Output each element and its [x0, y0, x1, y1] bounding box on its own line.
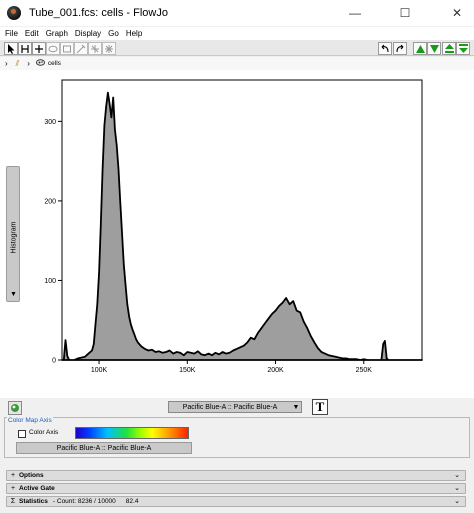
gating-toolbar [0, 40, 474, 56]
expand-chevron-icon[interactable]: › [5, 59, 8, 68]
menu-edit[interactable]: Edit [25, 29, 39, 38]
pointer-icon[interactable] [4, 42, 18, 55]
double-chevron-down-icon: ⌄ [454, 485, 460, 492]
quadrant-gate-icon[interactable] [88, 42, 102, 55]
breadcrumb-gate-label[interactable]: cells [48, 60, 61, 67]
x-tick-label: 250K [356, 367, 373, 374]
y-tick-label: 200 [44, 198, 56, 205]
chevron-down-icon: ▼ [292, 403, 300, 411]
redo-icon[interactable] [393, 42, 407, 55]
window-title: Tube_001.fcs: cells - FlowJo [29, 7, 168, 19]
title-bar: Tube_001.fcs: cells - FlowJo — ☐ ✕ [0, 0, 474, 26]
previous-sample-icon[interactable] [442, 42, 456, 55]
color-axis-label: Color Axis [29, 429, 59, 436]
next-sample-icon[interactable] [456, 42, 470, 55]
breadcrumb-separator-icon: › [27, 59, 30, 68]
polygon-gate-icon[interactable] [60, 42, 74, 55]
x-tick-label: 150K [179, 367, 196, 374]
expand-icon: + [10, 485, 16, 492]
color-axis-checkbox[interactable] [18, 430, 26, 438]
undo-icon[interactable] [378, 42, 392, 55]
menu-display[interactable]: Display [75, 29, 101, 38]
color-map-axis-group: Color Map Axis Color Axis Pacific Blue-A… [4, 417, 470, 458]
bisector-icon[interactable] [32, 42, 46, 55]
x-parameter-value: Pacific Blue-A :: Pacific Blue-A [182, 403, 278, 411]
color-map-parameter-button[interactable]: Pacific Blue-A :: Pacific Blue-A [16, 442, 192, 454]
graph-controls-panel: Pacific Blue-A :: Pacific Blue-A ▼ T Col… [0, 398, 474, 513]
statistics-percent: 82.4 [125, 498, 139, 505]
graph-window: 100K 150K 200K 250K 0 100 200 300 Histogram ▼ [0, 70, 474, 398]
double-chevron-down-icon: ⌄ [454, 472, 460, 479]
x-parameter-select[interactable]: Pacific Blue-A :: Pacific Blue-A ▼ [168, 401, 302, 413]
statistics-label: Statistics [19, 498, 48, 505]
x-axis: 100K 150K 200K 250K [91, 360, 372, 374]
y-tick-label: 0 [52, 358, 56, 365]
chevron-down-icon[interactable]: ▼ [10, 291, 17, 298]
text-annotation-button[interactable]: T [312, 399, 328, 415]
x-tick-label: 100K [91, 367, 108, 374]
next-population-icon[interactable] [427, 42, 441, 55]
minimize-button[interactable]: — [338, 0, 372, 26]
x-tick-label: 200K [267, 367, 284, 374]
freehand-gate-icon[interactable] [74, 42, 88, 55]
spider-gate-icon[interactable] [102, 42, 116, 55]
statistics-section[interactable]: Σ Statistics - Count: 8236 / 10000 82.4 … [6, 496, 466, 507]
maximize-button[interactable]: ☐ [388, 0, 422, 26]
menu-go[interactable]: Go [108, 29, 119, 38]
breadcrumb: › ⫽ › cells [0, 57, 474, 70]
options-label: Options [19, 472, 44, 479]
y-tick-label: 300 [44, 119, 56, 126]
tube-icon[interactable]: ⫽ [16, 59, 20, 69]
gate-icon[interactable] [35, 59, 45, 68]
y-axis: 0 100 200 300 [44, 119, 62, 365]
options-section[interactable]: + Options ⌄ [6, 470, 466, 481]
vertical-bisector-icon[interactable] [18, 42, 32, 55]
histogram-plot[interactable]: 100K 150K 200K 250K 0 100 200 300 [0, 70, 474, 398]
menu-graph[interactable]: Graph [46, 29, 68, 38]
plot-options-icon[interactable] [8, 401, 22, 415]
menu-help[interactable]: Help [126, 29, 142, 38]
ellipse-gate-icon[interactable] [46, 42, 60, 55]
flowjo-app-icon [7, 6, 21, 20]
previous-population-icon[interactable] [413, 42, 427, 55]
histogram-graph-type-tab[interactable]: Histogram ▼ [6, 166, 20, 302]
y-tick-label: 100 [44, 278, 56, 285]
double-chevron-down-icon: ⌄ [454, 498, 460, 505]
menu-bar: File Edit Graph Display Go Help [0, 27, 474, 40]
menu-file[interactable]: File [5, 29, 18, 38]
statistics-count: - Count: 8236 / 10000 [52, 498, 116, 505]
sigma-icon: Σ [10, 498, 16, 505]
active-gate-section[interactable]: + Active Gate ⌄ [6, 483, 466, 494]
color-map-gradient[interactable] [75, 427, 189, 439]
active-gate-label: Active Gate [19, 485, 55, 492]
close-button[interactable]: ✕ [440, 0, 474, 26]
expand-icon: + [10, 472, 16, 479]
color-map-title: Color Map Axis [7, 417, 53, 424]
graph-type-label: Histogram [10, 221, 18, 253]
